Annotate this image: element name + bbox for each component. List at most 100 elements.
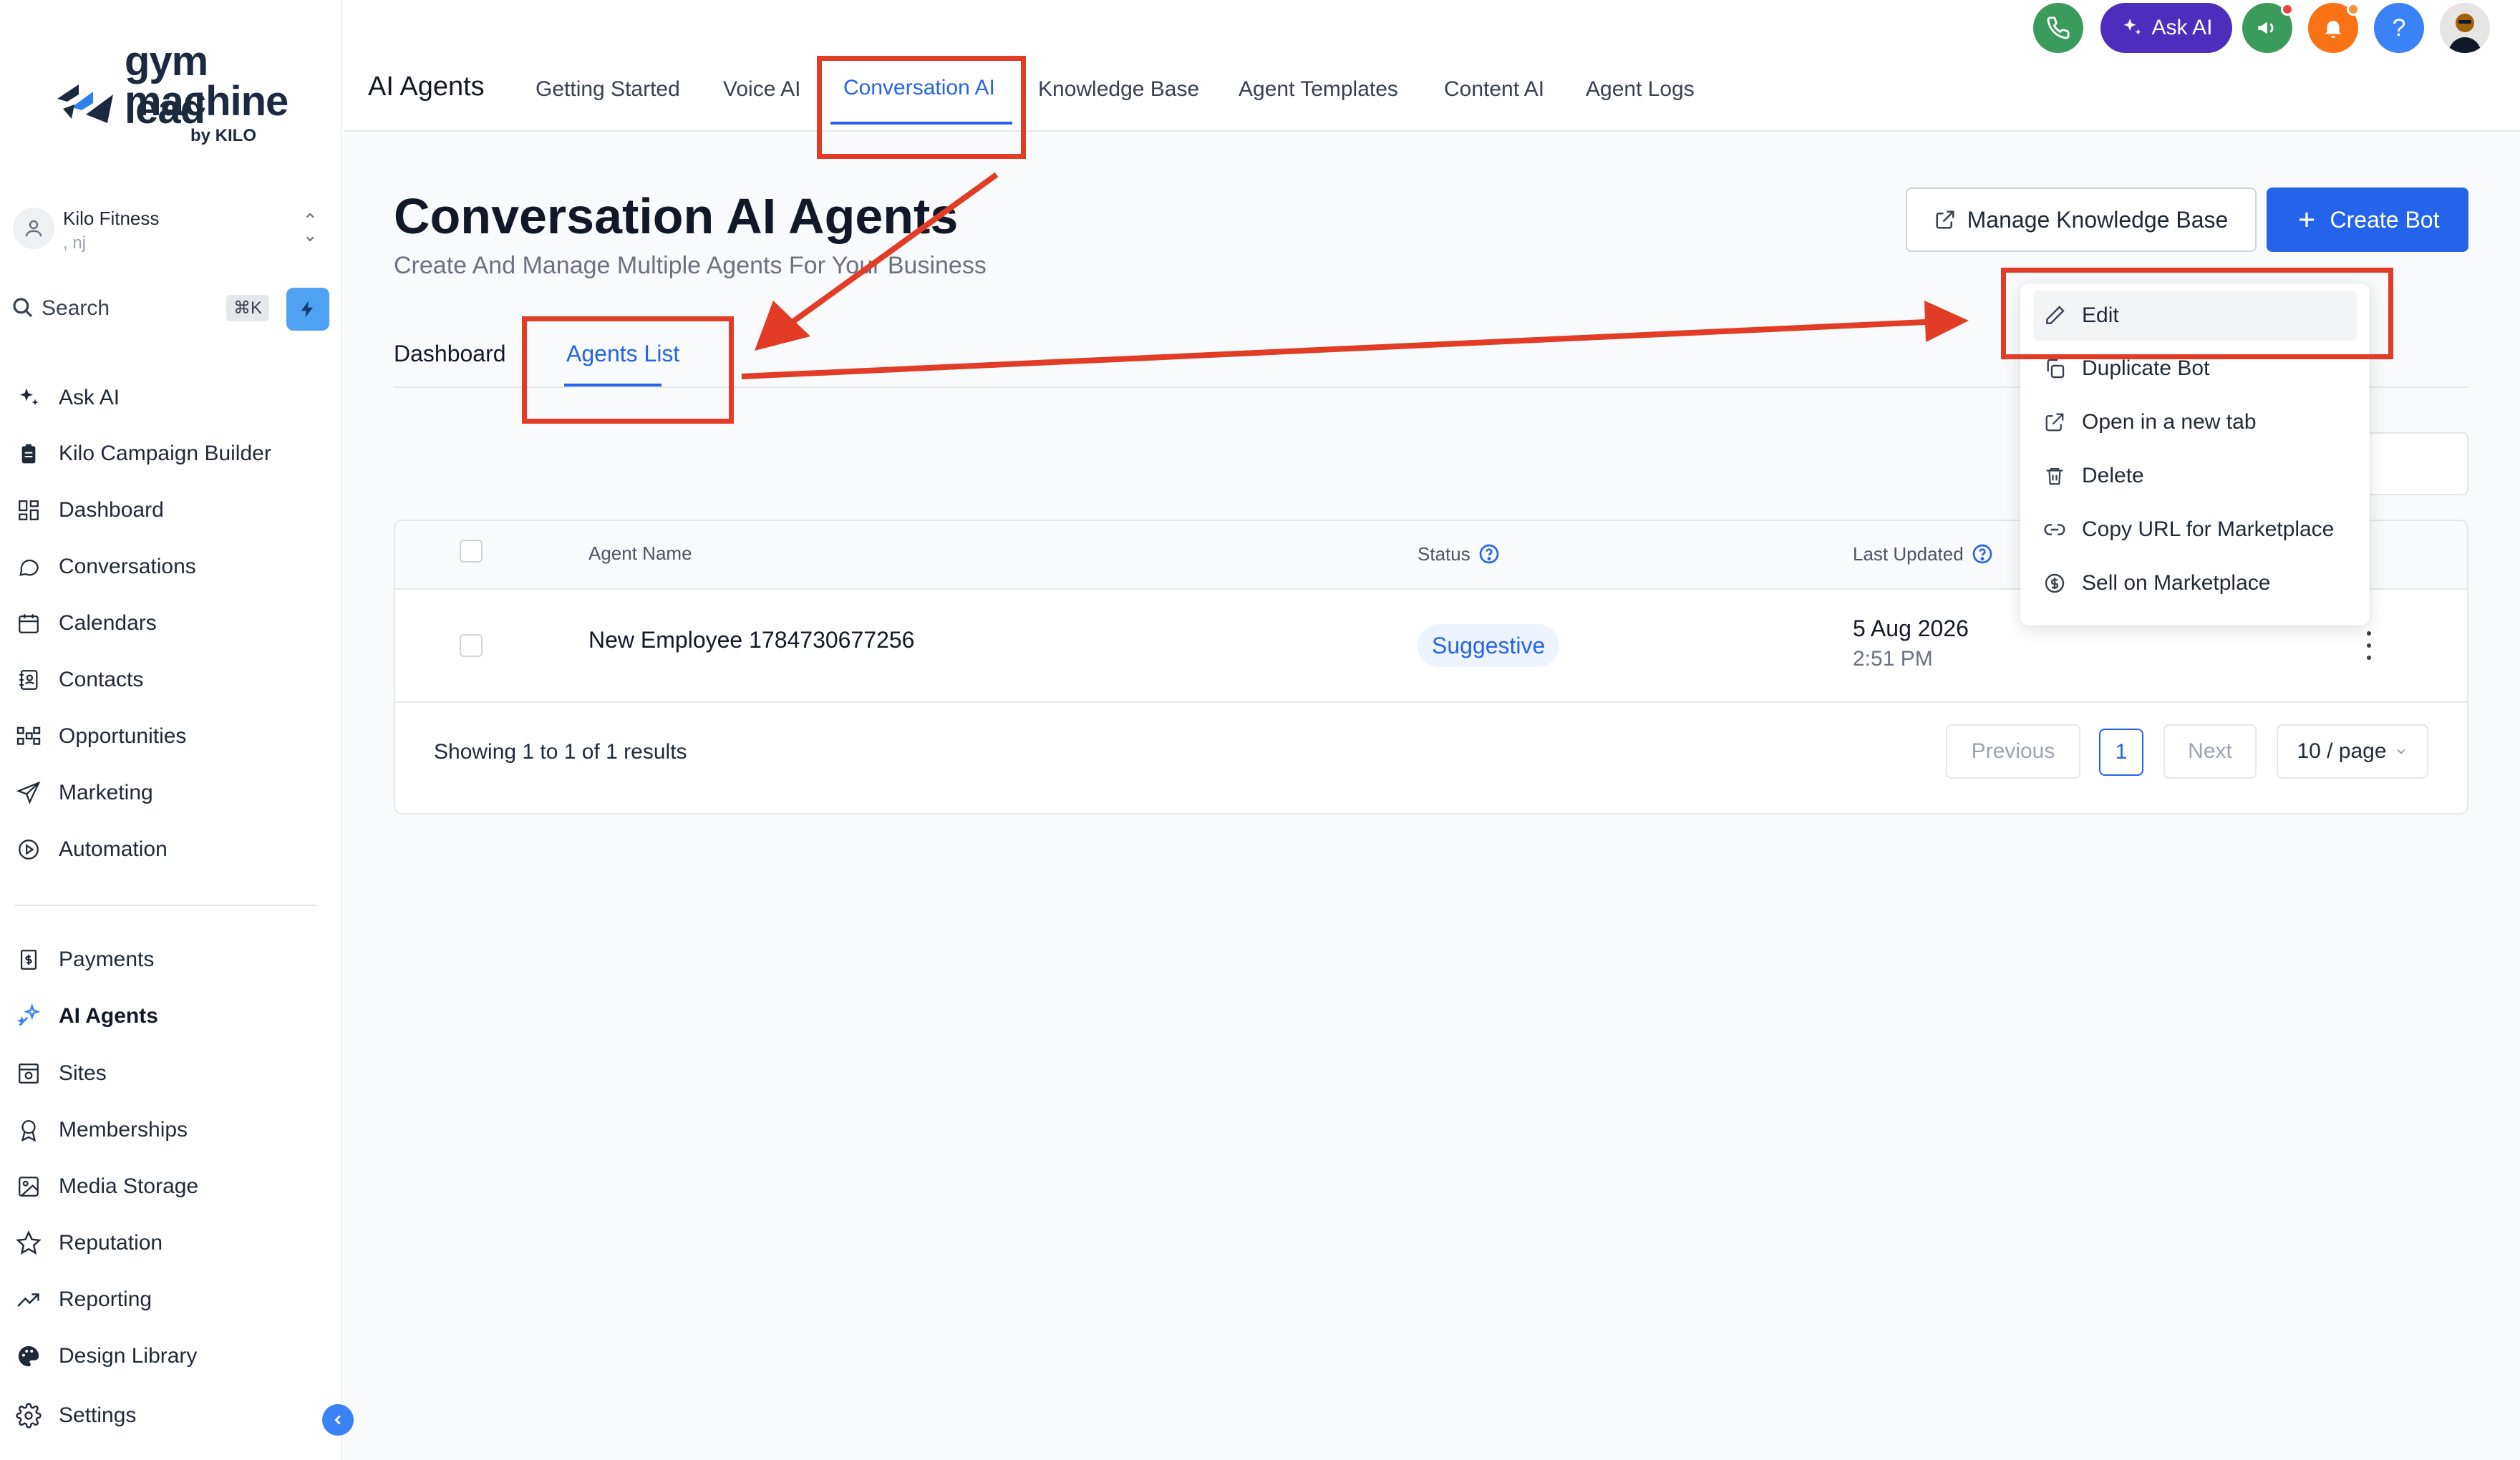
manage-knowledge-base-button[interactable]: Manage Knowledge Base xyxy=(1906,188,2257,252)
annotation-box-edit xyxy=(2001,268,2393,359)
sidebar-item-ask-ai[interactable]: Ask AI xyxy=(13,376,314,419)
row-checkbox[interactable] xyxy=(460,634,483,657)
subtab-dashboard[interactable]: Dashboard xyxy=(394,341,506,367)
logo-mark-icon xyxy=(57,84,113,123)
external-link-icon xyxy=(1936,210,1954,229)
column-status: Status xyxy=(1418,542,1501,565)
sidebar-item-label: Kilo Campaign Builder xyxy=(59,442,271,465)
menu-item-label: Copy URL for Marketplace xyxy=(2082,517,2335,541)
account-switcher[interactable]: Kilo Fitness , nj ⌃ ⌄ xyxy=(13,205,328,259)
menu-item-copy-url[interactable]: Copy URL for Marketplace xyxy=(2033,505,2357,555)
sidebar-item-design-library[interactable]: Design Library xyxy=(13,1335,314,1378)
ask-ai-label: Ask AI xyxy=(2151,16,2213,39)
sidebar-item-memberships[interactable]: Memberships xyxy=(13,1109,314,1152)
sidebar-item-label: Media Storage xyxy=(59,1174,199,1198)
tab-getting-started[interactable]: Getting Started xyxy=(536,77,680,102)
help-circle-icon[interactable] xyxy=(1478,542,1501,565)
ask-ai-button[interactable]: Ask AI xyxy=(2100,3,2232,53)
question-icon: ? xyxy=(2392,14,2406,42)
sidebar-item-label: Settings xyxy=(59,1403,137,1427)
menu-item-delete[interactable]: Delete xyxy=(2033,451,2357,501)
create-bot-button[interactable]: Create Bot xyxy=(2267,188,2468,252)
sidebar-divider xyxy=(14,905,316,906)
sidebar-item-reporting[interactable]: Reporting xyxy=(13,1278,314,1321)
sidebar-item-label: Contacts xyxy=(59,668,144,691)
clipboard-icon xyxy=(13,438,44,469)
agent-name-cell[interactable]: New Employee 1784730677256 xyxy=(588,627,914,653)
sidebar-item-media-storage[interactable]: Media Storage xyxy=(13,1165,314,1208)
chevron-down-icon xyxy=(2396,749,2405,754)
sparkle-agents-icon xyxy=(13,1001,44,1032)
tab-agent-templates[interactable]: Agent Templates xyxy=(1239,77,1398,102)
calendar-icon xyxy=(13,608,44,639)
palette-icon xyxy=(13,1340,44,1372)
sidebar-item-automation[interactable]: Automation xyxy=(13,828,314,871)
search-icon xyxy=(13,298,33,318)
select-all-checkbox[interactable] xyxy=(460,540,483,563)
logo-text-line3: by KILO xyxy=(190,126,257,145)
sidebar-item-ai-agents[interactable]: AI Agents xyxy=(13,995,314,1038)
user-avatar[interactable] xyxy=(2440,3,2490,53)
page-size-label: 10 / page xyxy=(2297,739,2387,763)
quick-action-button[interactable] xyxy=(286,288,329,331)
sidebar-item-sites[interactable]: Sites xyxy=(13,1052,314,1095)
menu-item-sell-marketplace[interactable]: Sell on Marketplace xyxy=(2033,558,2357,608)
sidebar-item-label: Design Library xyxy=(59,1344,198,1368)
gear-icon xyxy=(13,1400,44,1431)
previous-page-button[interactable]: Previous xyxy=(1946,724,2080,779)
page-number-button[interactable]: 1 xyxy=(2099,729,2143,776)
manage-knowledge-base-label: Manage Knowledge Base xyxy=(1967,206,2229,233)
sidebar-search[interactable]: Search ⌘K xyxy=(11,286,329,331)
brand-logo[interactable]: gym lead machine by KILO xyxy=(50,37,289,152)
chevron-left-icon xyxy=(334,1415,341,1425)
award-icon xyxy=(13,1114,44,1146)
tab-knowledge-base[interactable]: Knowledge Base xyxy=(1038,77,1199,102)
sparkle-icon xyxy=(2124,19,2142,35)
trash-icon xyxy=(2033,465,2076,487)
search-label: Search xyxy=(42,296,110,320)
sidebar-item-label: Ask AI xyxy=(59,386,120,409)
sidebar-item-marketing[interactable]: Marketing xyxy=(13,772,314,814)
menu-item-label: Delete xyxy=(2082,464,2144,487)
tab-content-ai[interactable]: Content AI xyxy=(1444,77,1544,102)
sidebar-item-opportunities[interactable]: Opportunities xyxy=(13,715,314,758)
menu-item-open-new-tab[interactable]: Open in a new tab xyxy=(2033,397,2357,447)
page-size-select[interactable]: 10 / page xyxy=(2277,724,2428,779)
menu-item-label: Sell on Marketplace xyxy=(2082,571,2271,595)
tab-agent-logs[interactable]: Agent Logs xyxy=(1586,77,1695,102)
help-button[interactable]: ? xyxy=(2374,3,2424,53)
phone-icon xyxy=(2047,16,2070,39)
row-actions-kebab-icon[interactable] xyxy=(2358,631,2380,660)
chat-bubble-icon xyxy=(13,551,44,583)
sidebar-item-kilo-campaign-builder[interactable]: Kilo Campaign Builder xyxy=(13,432,314,475)
sidebar-item-label: AI Agents xyxy=(59,1004,158,1028)
sidebar-item-dashboard[interactable]: Dashboard xyxy=(13,489,314,532)
sidebar-item-contacts[interactable]: Contacts xyxy=(13,658,314,701)
announcement-badge xyxy=(2281,3,2294,16)
help-circle-icon[interactable] xyxy=(1971,542,1994,565)
sidebar-item-conversations[interactable]: Conversations xyxy=(13,545,314,588)
logo-text-line2: machine xyxy=(125,78,289,125)
column-last-updated: Last Updated xyxy=(1853,542,1994,565)
collapse-sidebar-button[interactable] xyxy=(322,1404,354,1436)
account-avatar xyxy=(13,208,54,249)
external-link-icon xyxy=(2033,412,2076,433)
copy-icon xyxy=(2033,357,2076,380)
next-page-button[interactable]: Next xyxy=(2163,724,2257,779)
column-last-updated-label: Last Updated xyxy=(1853,542,1964,565)
play-circle-icon xyxy=(13,834,44,865)
account-name: Kilo Fitness xyxy=(63,208,160,229)
page-title: Conversation AI Agents xyxy=(394,188,959,244)
sidebar: gym lead machine by KILO Kilo Fitness , … xyxy=(0,0,342,1460)
tab-voice-ai[interactable]: Voice AI xyxy=(723,77,800,102)
bolt-icon xyxy=(301,301,313,318)
sidebar-item-payments[interactable]: Payments xyxy=(13,938,314,981)
sidebar-item-settings[interactable]: Settings xyxy=(13,1394,314,1437)
link-icon xyxy=(2033,518,2076,541)
phone-button[interactable] xyxy=(2033,3,2083,53)
sidebar-item-reputation[interactable]: Reputation xyxy=(13,1222,314,1265)
star-icon xyxy=(13,1227,44,1259)
last-updated-time: 2:51 PM xyxy=(1853,647,1933,671)
sidebar-item-label: Automation xyxy=(59,837,168,861)
sidebar-item-calendars[interactable]: Calendars xyxy=(13,602,314,645)
